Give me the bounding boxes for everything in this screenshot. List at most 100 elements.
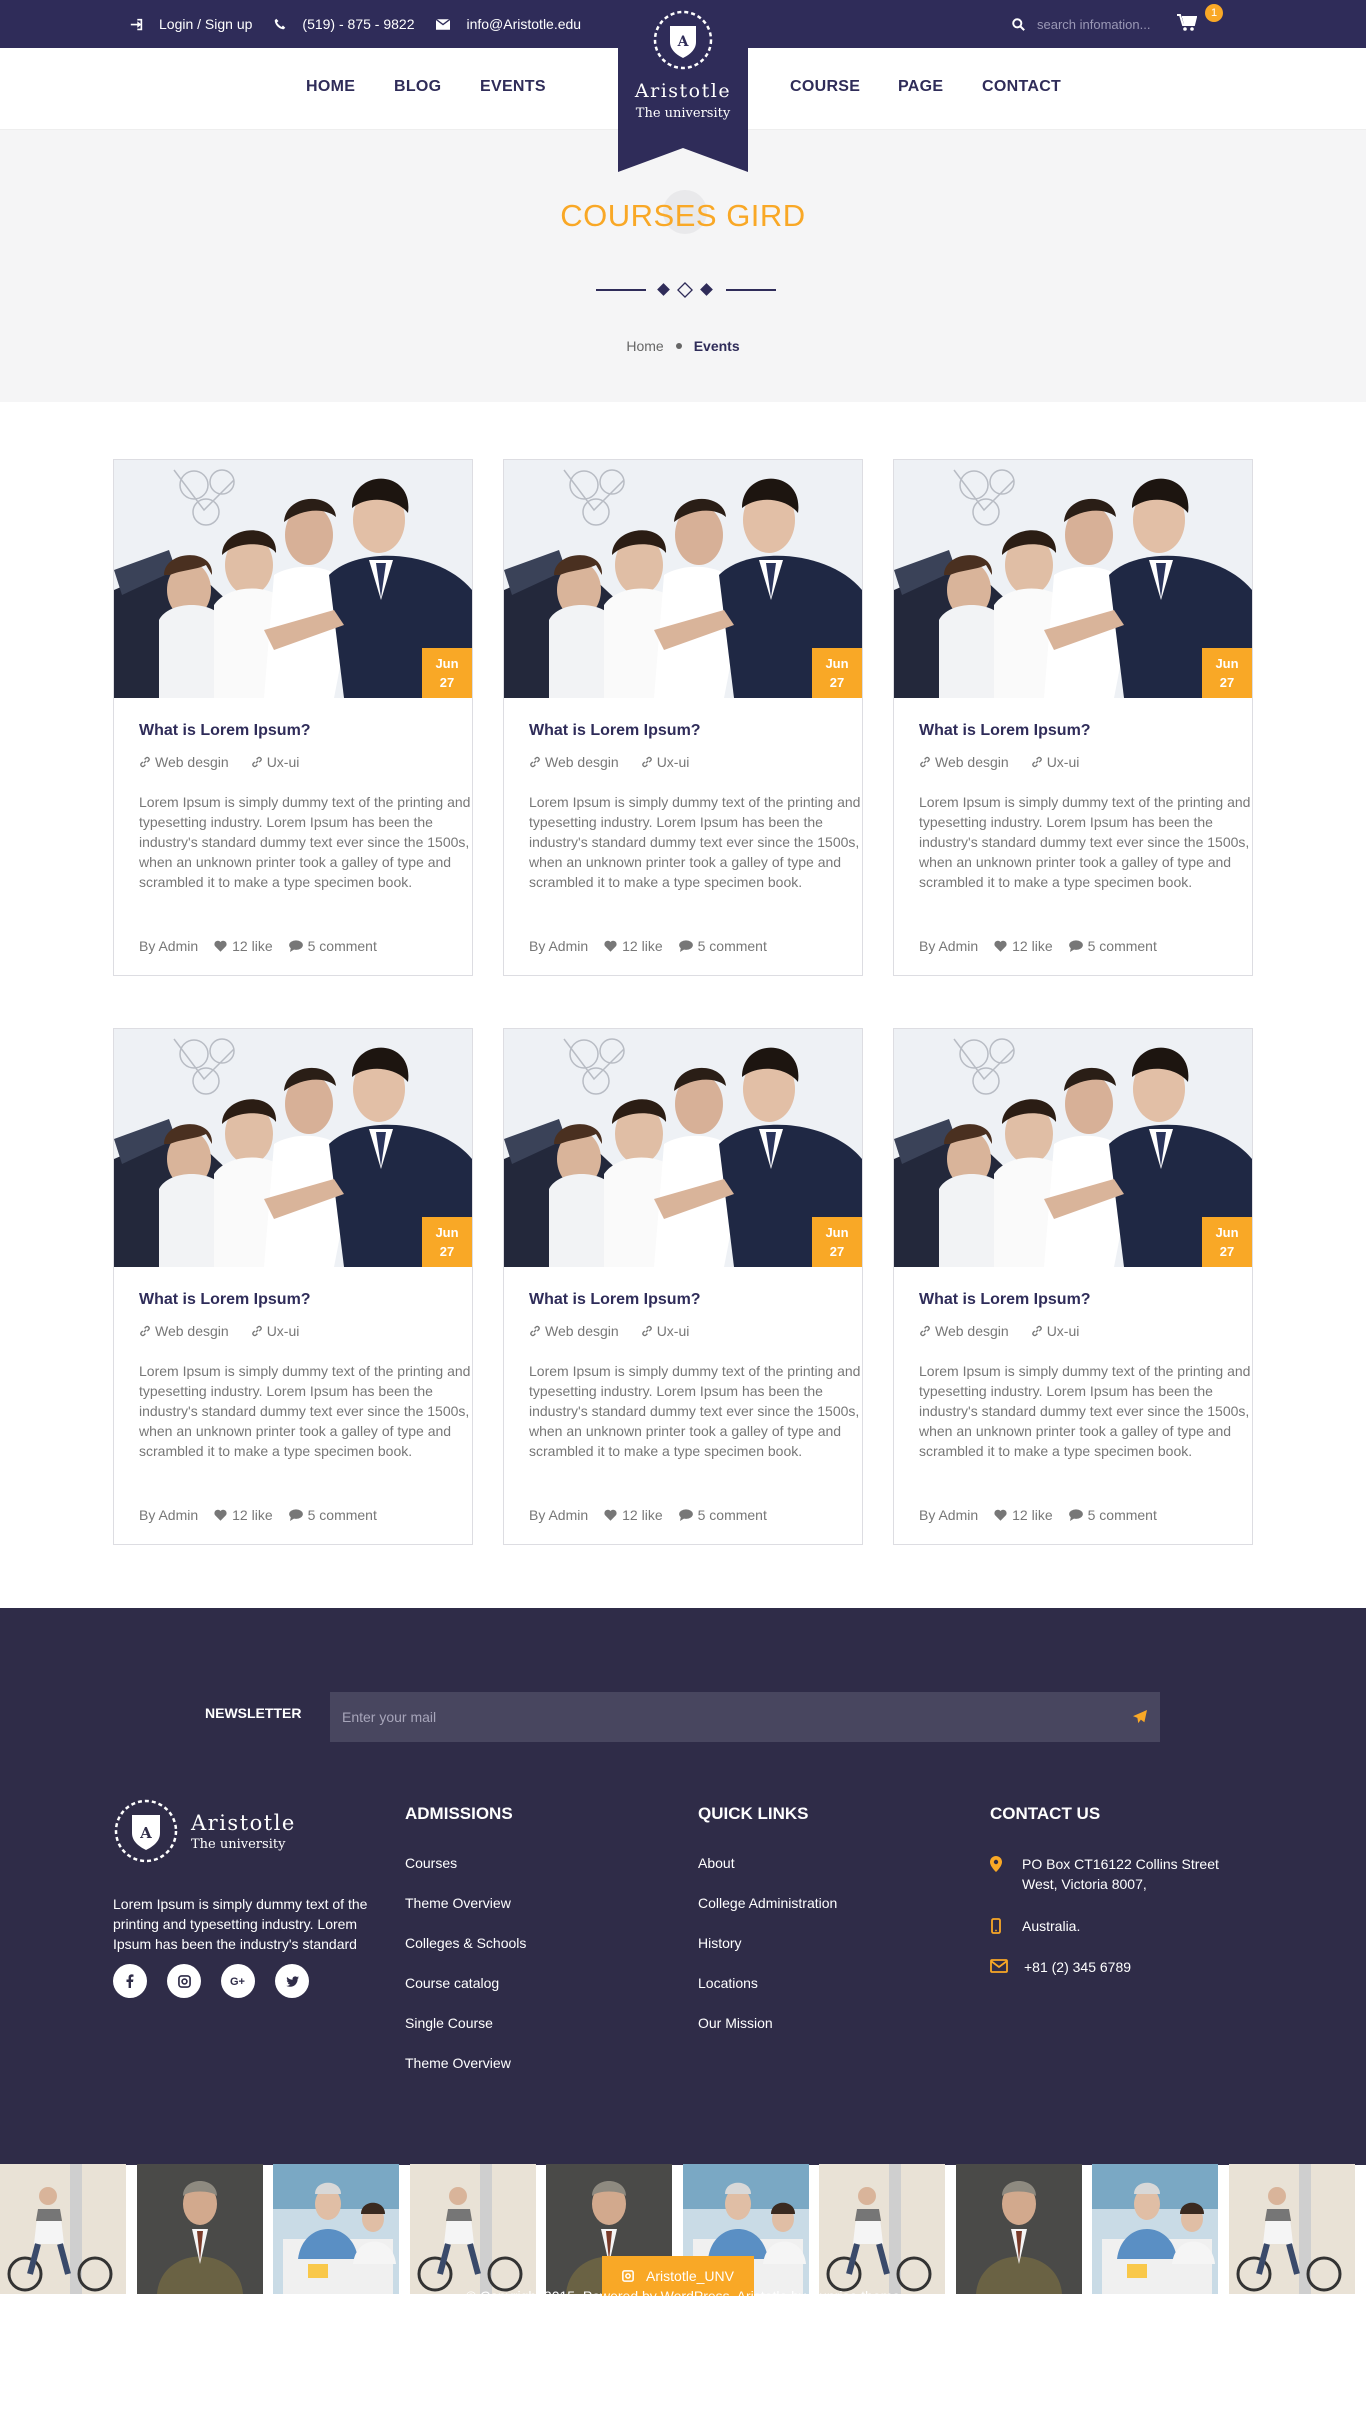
author-link[interactable]: By Admin <box>139 1507 198 1523</box>
instagram-photo[interactable] <box>1228 2164 1355 2294</box>
heart-icon <box>994 940 1007 952</box>
quick-link[interactable]: Locations <box>698 1975 758 1991</box>
course-card[interactable]: Jun 27 What is Lorem Ipsum? Web desgin U… <box>893 459 1253 976</box>
twitter-link[interactable] <box>275 1964 309 1998</box>
course-title[interactable]: What is Lorem Ipsum? <box>919 722 1091 740</box>
nav-events[interactable]: EVENTS <box>480 78 546 96</box>
breadcrumb-current: Events <box>693 338 740 354</box>
tag-web-design[interactable]: Web desgin <box>139 754 229 770</box>
admissions-link[interactable]: Course catalog <box>405 1975 499 1991</box>
quick-link[interactable]: College Administration <box>698 1895 837 1911</box>
author-link[interactable]: By Admin <box>529 1507 588 1523</box>
tag-web-design[interactable]: Web desgin <box>529 1323 619 1339</box>
site-logo[interactable]: A Aristotle The university <box>618 0 748 172</box>
date-badge: Jun 27 <box>422 648 472 698</box>
author-link[interactable]: By Admin <box>529 938 588 954</box>
search-icon[interactable] <box>1012 17 1025 31</box>
tag-web-design[interactable]: Web desgin <box>919 754 1009 770</box>
email-link[interactable]: info@Aristotle.edu <box>436 16 581 32</box>
course-card[interactable]: Jun 27 What is Lorem Ipsum? Web desgin U… <box>113 1028 473 1545</box>
like-button[interactable]: 12 like <box>604 938 663 954</box>
comment-link[interactable]: 5 comment <box>678 938 767 954</box>
comment-link[interactable]: 5 comment <box>678 1507 767 1523</box>
comment-link[interactable]: 5 comment <box>288 938 377 954</box>
tag-web-design[interactable]: Web desgin <box>529 754 619 770</box>
login-link[interactable]: Login / Sign up <box>130 16 252 32</box>
comment-link[interactable]: 5 comment <box>1068 938 1157 954</box>
author-link[interactable]: By Admin <box>139 938 198 954</box>
tag-ux-ui[interactable]: Ux-ui <box>251 1323 299 1339</box>
tag-web-design[interactable]: Web desgin <box>919 1323 1009 1339</box>
course-image[interactable]: Jun 27 <box>894 1029 1252 1267</box>
date-month: Jun <box>435 1225 459 1240</box>
instagram-photo[interactable] <box>0 2164 126 2294</box>
instagram-photo[interactable] <box>409 2164 536 2294</box>
course-card[interactable]: Jun 27 What is Lorem Ipsum? Web desgin U… <box>893 1028 1253 1545</box>
breadcrumb-home[interactable]: Home <box>626 338 663 354</box>
instagram-photo[interactable] <box>136 2164 263 2294</box>
admissions-link[interactable]: Courses <box>405 1855 457 1871</box>
course-meta: By Admin 12 like 5 comment <box>139 1507 393 1523</box>
cart-button[interactable]: 1 <box>1177 4 1223 34</box>
like-button[interactable]: 12 like <box>994 938 1053 954</box>
quick-link[interactable]: History <box>698 1935 742 1951</box>
course-title[interactable]: What is Lorem Ipsum? <box>529 722 701 740</box>
course-image[interactable]: Jun 27 <box>114 1029 472 1267</box>
tag-web-design[interactable]: Web desgin <box>139 1323 229 1339</box>
course-image[interactable]: Jun 27 <box>504 1029 862 1267</box>
tag-ux-ui[interactable]: Ux-ui <box>251 754 299 770</box>
instagram-photo[interactable] <box>1092 2164 1218 2294</box>
like-button[interactable]: 12 like <box>214 1507 273 1523</box>
footer-logo[interactable]: A Aristotle The university <box>113 1798 296 1864</box>
nav-blog[interactable]: BLOG <box>394 78 441 96</box>
nav-page[interactable]: PAGE <box>898 78 943 96</box>
course-card[interactable]: Jun 27 What is Lorem Ipsum? Web desgin U… <box>503 1028 863 1545</box>
instagram-photo[interactable] <box>819 2164 945 2294</box>
phone-link[interactable]: (519) - 875 - 9822 <box>274 16 414 32</box>
login-label[interactable]: Login / Sign up <box>159 16 252 32</box>
nav-home[interactable]: HOME <box>306 78 355 96</box>
newsletter-email-input[interactable] <box>330 1709 1120 1725</box>
tag-ux-ui[interactable]: Ux-ui <box>1031 754 1079 770</box>
like-count: 12 like <box>622 938 663 954</box>
comment-count: 5 comment <box>697 1507 767 1523</box>
email-address[interactable]: info@Aristotle.edu <box>466 16 581 32</box>
tag-ux-ui[interactable]: Ux-ui <box>641 1323 689 1339</box>
comment-link[interactable]: 5 comment <box>288 1507 377 1523</box>
facebook-link[interactable] <box>113 1964 147 1998</box>
course-card[interactable]: Jun 27 What is Lorem Ipsum? Web desgin U… <box>503 459 863 976</box>
quick-link[interactable]: Our Mission <box>698 2015 773 2031</box>
tag-ux-ui[interactable]: Ux-ui <box>641 754 689 770</box>
admissions-link[interactable]: Single Course <box>405 2015 493 2031</box>
like-button[interactable]: 12 like <box>994 1507 1053 1523</box>
course-image[interactable]: Jun 27 <box>894 460 1252 698</box>
instagram-photo[interactable] <box>955 2164 1082 2294</box>
comment-link[interactable]: 5 comment <box>1068 1507 1157 1523</box>
nav-course[interactable]: COURSE <box>790 78 860 96</box>
instagram-link[interactable] <box>167 1964 201 1998</box>
admissions-link[interactable]: Theme Overview <box>405 2055 511 2071</box>
quick-link[interactable]: About <box>698 1855 735 1871</box>
phone-number[interactable]: (519) - 875 - 9822 <box>302 16 414 32</box>
course-title[interactable]: What is Lorem Ipsum? <box>139 1291 311 1309</box>
tag-ux-ui[interactable]: Ux-ui <box>1031 1323 1079 1339</box>
admissions-link[interactable]: Theme Overview <box>405 1895 511 1911</box>
author-link[interactable]: By Admin <box>919 938 978 954</box>
newsletter-send-button[interactable] <box>1120 1692 1160 1742</box>
course-title[interactable]: What is Lorem Ipsum? <box>139 722 311 740</box>
course-title[interactable]: What is Lorem Ipsum? <box>919 1291 1091 1309</box>
nav-contact[interactable]: CONTACT <box>982 78 1061 96</box>
like-button[interactable]: 12 like <box>604 1507 663 1523</box>
course-image[interactable]: Jun 27 <box>504 460 862 698</box>
search-input[interactable] <box>1037 16 1171 32</box>
admissions-link[interactable]: Colleges & Schools <box>405 1935 526 1951</box>
course-meta: By Admin 12 like 5 comment <box>919 1507 1173 1523</box>
like-button[interactable]: 12 like <box>214 938 273 954</box>
google-plus-link[interactable]: G+ <box>221 1964 255 1998</box>
course-image[interactable]: Jun 27 <box>114 460 472 698</box>
author-link[interactable]: By Admin <box>919 1507 978 1523</box>
tag-label: Web desgin <box>545 754 619 770</box>
instagram-photo[interactable] <box>273 2164 399 2294</box>
course-title[interactable]: What is Lorem Ipsum? <box>529 1291 701 1309</box>
course-card[interactable]: Jun 27 What is Lorem Ipsum? Web desgin U… <box>113 459 473 976</box>
